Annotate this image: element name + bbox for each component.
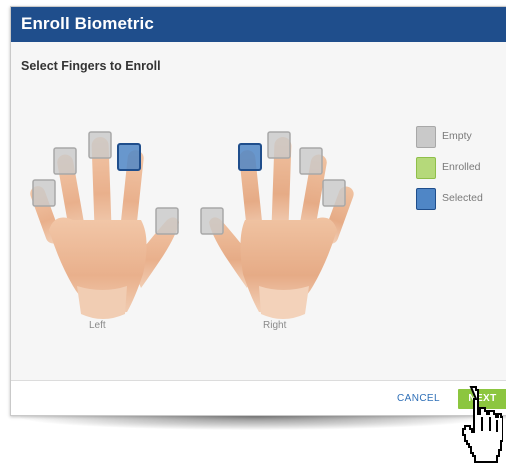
- hand-pointer-icon: [462, 386, 503, 463]
- left-thumb-finger-box[interactable]: [155, 207, 179, 235]
- legend-swatch-enrolled: [416, 157, 436, 179]
- legend-swatch-empty: [416, 126, 436, 148]
- legend-label-empty: Empty: [442, 130, 472, 142]
- right-middle-finger-box[interactable]: [267, 131, 291, 159]
- left-wrist: [77, 286, 127, 319]
- legend-label-selected: Selected: [442, 192, 483, 204]
- left-middle-finger-box[interactable]: [88, 131, 112, 159]
- right-pinky-finger-box[interactable]: [322, 179, 346, 207]
- dialog-titlebar: Enroll Biometric: [11, 7, 506, 42]
- legend-label-enrolled: Enrolled: [442, 161, 481, 173]
- legend-swatch-selected: [416, 188, 436, 210]
- left-pinky-finger-box[interactable]: [32, 179, 56, 207]
- dialog-footer: CANCEL NEXT: [11, 380, 506, 415]
- hands-illustration: [30, 131, 354, 319]
- enroll-biometric-dialog: Enroll Biometric Select Fingers to Enrol…: [10, 6, 506, 416]
- page: Enroll Biometric Select Fingers to Enrol…: [0, 0, 506, 466]
- cancel-button[interactable]: CANCEL: [397, 393, 440, 404]
- right-ring-finger-box[interactable]: [299, 147, 323, 175]
- right-index-finger-box[interactable]: [238, 143, 262, 171]
- left-hand-label: Left: [89, 320, 106, 331]
- right-wrist: [259, 286, 309, 319]
- right-hand-label: Right: [263, 320, 287, 331]
- right-hand: [209, 137, 354, 319]
- dialog-body: Select Fingers to Enroll Left Right Empt…: [11, 42, 506, 380]
- left-index-finger-box[interactable]: [117, 143, 141, 171]
- right-thumb-finger-box[interactable]: [200, 207, 224, 235]
- left-ring-finger-box[interactable]: [53, 147, 77, 175]
- dialog-title: Enroll Biometric: [21, 14, 154, 33]
